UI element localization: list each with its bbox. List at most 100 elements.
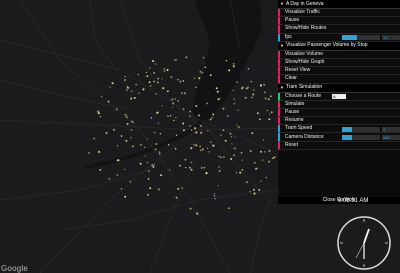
stop-point bbox=[241, 168, 244, 171]
stop-point bbox=[97, 112, 100, 115]
stop-point bbox=[120, 135, 123, 137]
stop-point bbox=[131, 145, 134, 148]
stop-point bbox=[117, 159, 120, 162]
stop-point bbox=[247, 67, 250, 70]
caret-down-icon: ▼ bbox=[280, 42, 284, 48]
control-row[interactable]: Pause bbox=[278, 17, 400, 26]
stop-point bbox=[231, 143, 233, 145]
control-row[interactable]: Show/Hide Graph bbox=[278, 58, 400, 68]
value-input[interactable]: 3 bbox=[382, 126, 400, 132]
control-row: Camera Distance 500 bbox=[278, 133, 400, 142]
stop-point bbox=[193, 144, 195, 146]
stop-point bbox=[205, 172, 208, 175]
stop-point bbox=[138, 92, 140, 94]
stop-point bbox=[211, 117, 213, 119]
stop-point bbox=[124, 168, 126, 171]
stop-point bbox=[130, 137, 132, 139]
stop-point bbox=[116, 174, 119, 176]
stop-point bbox=[163, 70, 166, 72]
stop-point bbox=[241, 86, 244, 89]
stop-point bbox=[222, 107, 225, 110]
folder-title[interactable]: ▼ A Day in Geneva bbox=[278, 0, 400, 9]
stop-point bbox=[115, 108, 118, 111]
stop-point bbox=[235, 171, 238, 174]
stop-point bbox=[184, 158, 187, 161]
stop-point bbox=[213, 193, 216, 195]
folder-title[interactable]: ▼ Visualize Passenger Volume by Stop bbox=[278, 41, 400, 51]
stop-point bbox=[258, 189, 261, 191]
control-row[interactable]: Visualize Traffic bbox=[278, 9, 400, 18]
control-row[interactable]: Visualize Volume bbox=[278, 50, 400, 59]
control-row[interactable]: Resume bbox=[278, 117, 400, 126]
folder-title[interactable]: ▼ Tram Simulation bbox=[278, 83, 400, 93]
stop-point bbox=[259, 84, 262, 87]
stop-point bbox=[188, 166, 191, 169]
value-input[interactable]: 13 bbox=[382, 35, 400, 41]
stop-point bbox=[157, 77, 160, 80]
stop-point bbox=[182, 129, 185, 132]
stop-point bbox=[133, 96, 136, 99]
stop-point bbox=[195, 144, 198, 147]
route-select[interactable]: A bbox=[332, 93, 346, 100]
stop-point bbox=[154, 63, 157, 65]
stop-point bbox=[139, 162, 142, 165]
stop-point bbox=[262, 139, 265, 141]
stop-point bbox=[183, 92, 186, 95]
stop-point bbox=[124, 113, 127, 116]
value-slider[interactable] bbox=[342, 135, 380, 141]
stop-point bbox=[171, 98, 174, 101]
stop-point bbox=[253, 161, 256, 164]
control-row[interactable]: Reset View bbox=[278, 67, 400, 76]
control-row[interactable]: Reset bbox=[278, 141, 400, 150]
stop-point bbox=[182, 80, 185, 82]
stop-point bbox=[161, 78, 163, 80]
stop-point bbox=[218, 169, 221, 172]
stop-point bbox=[97, 150, 101, 153]
stop-point bbox=[200, 124, 202, 127]
control-row[interactable]: Show/Hide Routes bbox=[278, 25, 400, 34]
stop-point bbox=[202, 56, 205, 59]
value-slider[interactable] bbox=[342, 126, 380, 132]
stop-point bbox=[151, 164, 154, 167]
control-row[interactable]: Clear bbox=[278, 75, 400, 84]
stop-point bbox=[260, 180, 262, 182]
stop-point bbox=[228, 207, 230, 210]
stop-point bbox=[146, 193, 149, 196]
control-row[interactable]: Simulate bbox=[278, 100, 400, 109]
stop-point bbox=[124, 78, 127, 82]
stop-point bbox=[261, 159, 264, 161]
stop-point bbox=[196, 212, 199, 215]
stop-point bbox=[256, 112, 259, 115]
stop-point bbox=[255, 167, 258, 170]
stop-point bbox=[233, 102, 236, 105]
stop-point bbox=[131, 90, 133, 92]
control-row[interactable]: Pause bbox=[278, 108, 400, 118]
stop-point bbox=[171, 106, 173, 108]
hour-hand bbox=[363, 228, 370, 244]
stop-point bbox=[216, 90, 219, 93]
stop-point bbox=[174, 98, 176, 100]
stop-point bbox=[147, 178, 150, 180]
stop-point bbox=[125, 139, 128, 142]
stop-point bbox=[146, 161, 149, 164]
stop-point bbox=[175, 116, 177, 119]
stop-point bbox=[149, 187, 152, 190]
stop-point bbox=[249, 190, 251, 193]
stop-point bbox=[177, 100, 180, 102]
stop-point bbox=[179, 164, 181, 167]
stop-point bbox=[272, 157, 274, 160]
stop-point bbox=[155, 93, 157, 95]
caret-down-icon: ▼ bbox=[280, 84, 284, 90]
stop-point bbox=[222, 129, 225, 132]
stop-point bbox=[181, 187, 183, 189]
stop-point bbox=[152, 60, 155, 63]
stop-point bbox=[88, 152, 90, 154]
stop-point bbox=[269, 95, 272, 98]
stop-point bbox=[214, 197, 216, 200]
stop-point bbox=[193, 77, 196, 79]
stop-point bbox=[232, 65, 235, 68]
stop-point bbox=[237, 109, 239, 111]
value-slider[interactable] bbox=[342, 35, 380, 41]
stop-point bbox=[182, 108, 185, 110]
value-input[interactable]: 500 bbox=[382, 135, 400, 141]
